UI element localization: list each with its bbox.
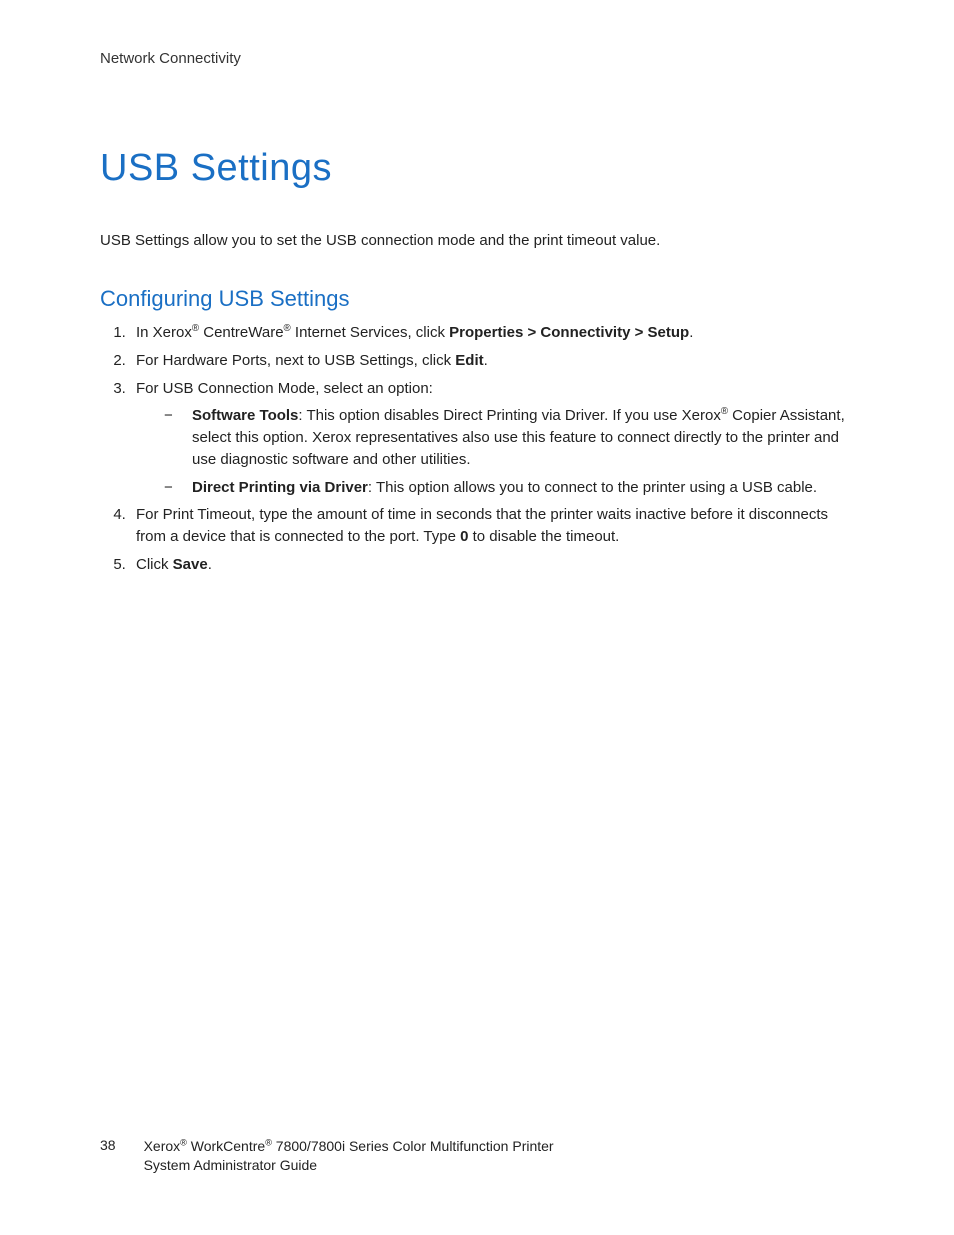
step-2-bold: Edit [455,352,483,369]
step-3-sublist: Software Tools: This option disables Dir… [136,405,854,498]
reg-mark: ® [284,323,291,334]
step-5: Click Save. [130,554,854,576]
step-1-pre: In Xerox [136,324,192,341]
reg-mark: ® [180,1138,187,1148]
step-3-sub1-mid1: : This option disables Direct Printing v… [298,407,720,424]
page-number: 38 [100,1137,116,1153]
step-3-sub1-bold: Software Tools [192,407,298,424]
footer-line1: Xerox® WorkCentre® 7800/7800i Series Col… [144,1137,554,1156]
step-5-post: . [208,556,212,573]
footer-line1-post: 7800/7800i Series Color Multifunction Pr… [272,1138,554,1154]
footer-text: Xerox® WorkCentre® 7800/7800i Series Col… [144,1137,554,1175]
footer-line2: System Administrator Guide [144,1156,554,1175]
footer-line1-pre: Xerox [144,1138,181,1154]
step-4-post: to disable the timeout. [468,528,619,545]
step-5-bold: Save [173,556,208,573]
running-header: Network Connectivity [100,50,854,67]
page-footer: 38 Xerox® WorkCentre® 7800/7800i Series … [100,1137,554,1175]
reg-mark: ® [265,1138,272,1148]
document-page: Network Connectivity USB Settings USB Se… [0,0,954,1235]
page-title: USB Settings [100,147,854,190]
reg-mark: ® [721,406,728,417]
step-2: For Hardware Ports, next to USB Settings… [130,350,854,372]
step-3-sub2-post: : This option allows you to connect to t… [368,479,817,496]
reg-mark: ® [192,323,199,334]
footer-line1-mid: WorkCentre [187,1138,265,1154]
step-1-bold: Properties > Connectivity > Setup [449,324,689,341]
step-5-pre: Click [136,556,173,573]
section-heading: Configuring USB Settings [100,286,854,312]
step-3-sub2-bold: Direct Printing via Driver [192,479,368,496]
step-3: For USB Connection Mode, select an optio… [130,378,854,499]
step-1-mid2: Internet Services, click [291,324,449,341]
steps-list: In Xerox® CentreWare® Internet Services,… [100,322,854,576]
step-2-pre: For Hardware Ports, next to USB Settings… [136,352,455,369]
step-3-text: For USB Connection Mode, select an optio… [136,380,433,397]
step-1: In Xerox® CentreWare® Internet Services,… [130,322,854,344]
intro-paragraph: USB Settings allow you to set the USB co… [100,230,854,251]
step-1-post: . [689,324,693,341]
step-3-sub2: Direct Printing via Driver: This option … [164,477,854,499]
step-1-mid1: CentreWare [199,324,283,341]
step-3-sub1: Software Tools: This option disables Dir… [164,405,854,470]
step-4: For Print Timeout, type the amount of ti… [130,504,854,548]
step-2-post: . [484,352,488,369]
